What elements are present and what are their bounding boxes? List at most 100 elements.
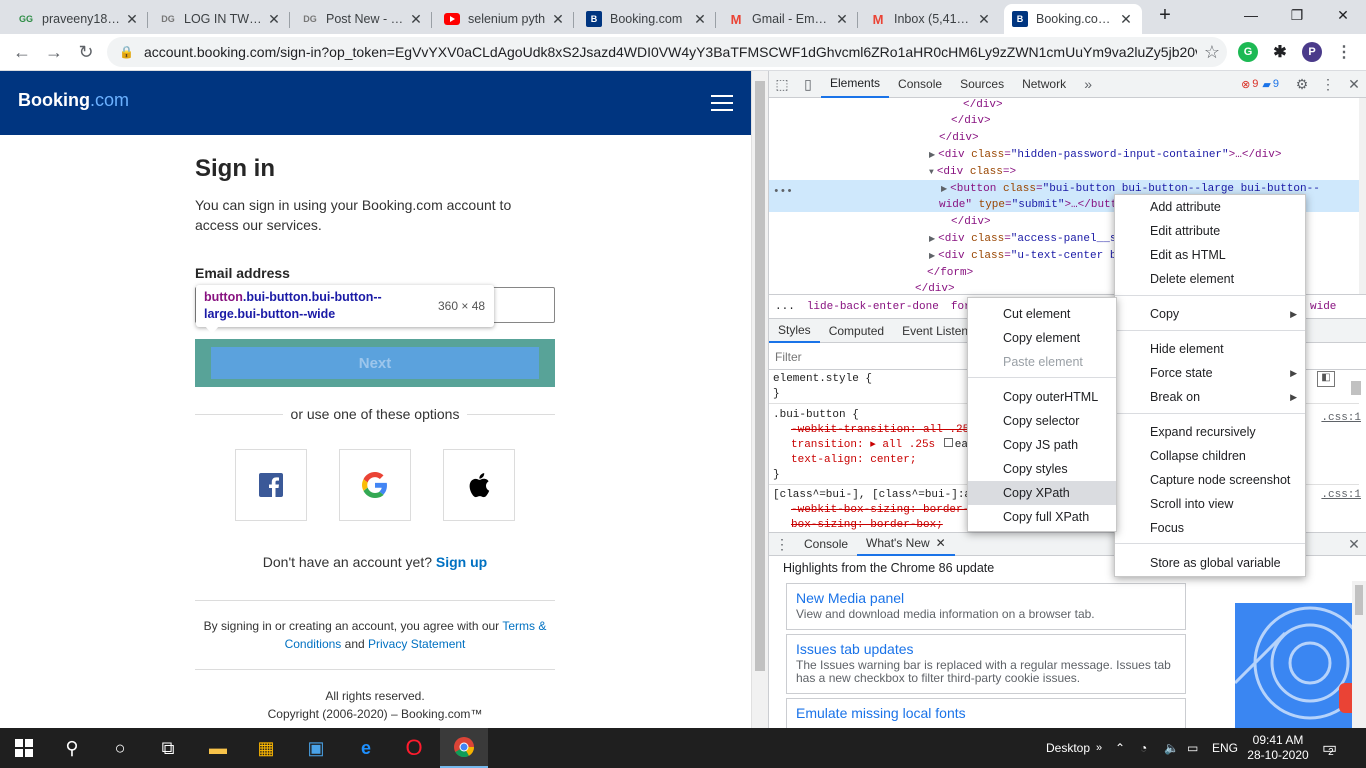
crumb-item[interactable]: wide (1304, 301, 1342, 313)
dom-node-line[interactable]: </form> (927, 265, 973, 281)
menu-item-copy[interactable]: Copy ▶ (1115, 302, 1305, 326)
close-tab-icon[interactable]: ✕ (936, 536, 946, 550)
language-indicator[interactable]: ENG (1212, 728, 1238, 768)
booking-logo[interactable]: Booking.com (18, 90, 129, 111)
menu-item-scroll-into-view[interactable]: Scroll into view (1115, 492, 1305, 516)
dom-node-line[interactable]: ▼ <div class=> (929, 164, 1016, 180)
reload-button[interactable]: ↻ (72, 38, 100, 66)
desktop-toolbar-label[interactable]: Desktop (1046, 728, 1090, 768)
extensions-puzzle-icon[interactable]: ✱ (1270, 42, 1290, 62)
menu-item-expand-recursively[interactable]: Expand recursively (1115, 420, 1305, 444)
easing-icon[interactable] (943, 438, 953, 447)
maximize-button[interactable]: ❐ (1274, 0, 1320, 30)
menu-item-collapse-children[interactable]: Collapse children (1115, 444, 1305, 468)
more-tabs-icon[interactable]: » (1075, 71, 1101, 98)
volume-icon[interactable]: 🔈 (1164, 728, 1179, 768)
store-icon[interactable]: ▦ (242, 728, 290, 768)
whats-new-card[interactable]: New Media panel View and download media … (786, 583, 1186, 630)
style-property-overridden[interactable]: -webkit-box-sizing: border- (791, 503, 969, 518)
expand-caret-icon[interactable]: ▼ (929, 168, 934, 177)
grammarly-extension-icon[interactable]: G (1238, 42, 1258, 62)
expand-caret-icon[interactable]: ▶ (929, 151, 935, 160)
url-text[interactable]: account.booking.com/sign-in?op_token=EgV… (144, 44, 1197, 60)
whats-new-scrollbar[interactable] (1352, 581, 1366, 728)
close-tab-icon[interactable]: ✕ (550, 11, 566, 28)
close-tab-icon[interactable]: ✕ (124, 11, 140, 28)
browser-tab[interactable]: selenium pyth ✕ (436, 4, 574, 34)
expand-caret-icon[interactable]: ▶ (929, 252, 935, 261)
menu-item-capture-node-screenshot[interactable]: Capture node screenshot (1115, 468, 1305, 492)
profile-avatar[interactable]: P (1302, 42, 1322, 62)
sign-up-link[interactable]: Sign up (436, 554, 487, 570)
menu-item-copy-full-xpath[interactable]: Copy full XPath (968, 505, 1116, 529)
opera-icon[interactable]: O (390, 728, 438, 768)
close-tab-icon[interactable]: ✕ (266, 11, 282, 28)
dom-node-line[interactable]: </div> (939, 130, 979, 146)
inspect-element-icon[interactable]: ⬚ (769, 71, 795, 98)
style-property-overridden[interactable]: box-sizing: border-box; (791, 518, 943, 531)
wifi-icon[interactable]: ◔ (1140, 728, 1147, 768)
stylesheet-link[interactable]: .css:1 (1321, 412, 1361, 424)
menu-item-add-attribute[interactable]: Add attribute (1115, 195, 1305, 219)
card-title[interactable]: Emulate missing local fonts (796, 705, 1176, 721)
toolbar-expand-icon[interactable]: » (1096, 728, 1102, 768)
dom-node-line[interactable]: ▶ <div class="access-panel__s (929, 231, 1116, 247)
menu-item-copy-xpath[interactable]: Copy XPath (968, 481, 1116, 505)
message-icon[interactable]: ▰ (1262, 78, 1270, 91)
expand-caret-icon[interactable]: ▶ (929, 235, 935, 244)
cortana-icon[interactable]: ○ (96, 728, 144, 768)
menu-item-copy-outerhtml[interactable]: Copy outerHTML (968, 385, 1116, 409)
search-icon[interactable]: ⚲ (48, 728, 96, 768)
close-devtools-icon[interactable]: ✕ (1341, 71, 1366, 98)
style-property[interactable]: transition: ▸ all .25s eas (791, 438, 975, 453)
google-signin-button[interactable] (339, 449, 411, 521)
node-ellipsis-icon[interactable]: ••• (773, 184, 793, 200)
menu-item-break-on[interactable]: Break on ▶ (1115, 385, 1305, 409)
next-button-highlight[interactable]: Next (195, 339, 555, 387)
close-tab-icon[interactable]: ✕ (1118, 11, 1134, 28)
tab-network[interactable]: Network (1013, 71, 1075, 98)
dom-node-line[interactable]: ▶ <div class="hidden-password-input-conta… (929, 147, 1281, 163)
device-toolbar-icon[interactable]: ▯ (795, 71, 821, 98)
close-tab-icon[interactable]: ✕ (834, 11, 850, 28)
close-tab-icon[interactable]: ✕ (408, 11, 424, 28)
hamburger-menu-icon[interactable] (711, 95, 733, 111)
tab-event-listeners[interactable]: Event Listen (893, 319, 977, 343)
browser-tab[interactable]: B Booking.com ✕ (578, 4, 716, 34)
card-title[interactable]: New Media panel (796, 590, 1176, 606)
next-button[interactable]: Next (211, 347, 539, 379)
minimize-button[interactable]: — (1228, 0, 1274, 30)
error-count[interactable]: 9 (1252, 78, 1258, 90)
menu-item-store-as-global-variable[interactable]: Store as global variable (1115, 551, 1305, 575)
browser-tab-active[interactable]: B Booking.com A ✕ (1004, 4, 1142, 34)
new-tab-button[interactable]: + (1142, 0, 1188, 30)
tab-styles[interactable]: Styles (769, 319, 820, 343)
address-bar[interactable]: 🔒 account.booking.com/sign-in?op_token=E… (107, 37, 1227, 67)
back-button[interactable]: ← (8, 38, 36, 66)
styles-scrollbar[interactable] (1351, 381, 1361, 395)
clock[interactable]: 09:41 AM 28-10-2020 (1247, 728, 1309, 768)
scrollbar-thumb[interactable] (755, 81, 765, 671)
windows-start-icon[interactable] (0, 728, 48, 768)
menu-item-focus[interactable]: Focus (1115, 516, 1305, 540)
battery-icon[interactable]: ▭ (1187, 728, 1198, 768)
browser-tab[interactable]: DG Post New - Wr ✕ (294, 4, 432, 34)
privacy-link[interactable]: Privacy Statement (368, 637, 465, 651)
menu-item-copy-selector[interactable]: Copy selector (968, 409, 1116, 433)
menu-kebab-icon[interactable]: ⋮ (1334, 42, 1354, 62)
close-tab-icon[interactable]: ✕ (976, 11, 992, 28)
menu-item-force-state[interactable]: Force state ▶ (1115, 361, 1305, 385)
crumb-item[interactable]: lide-back-enter-done (801, 301, 945, 313)
tab-sources[interactable]: Sources (951, 71, 1013, 98)
toggle-sidebar-icon[interactable]: ◧ (1317, 371, 1335, 387)
tab-elements[interactable]: Elements (821, 71, 890, 98)
browser-tab[interactable]: DG LOG IN TWITT ✕ (152, 4, 290, 34)
close-drawer-icon[interactable]: ✕ (1341, 531, 1366, 558)
card-title[interactable]: Issues tab updates (796, 641, 1176, 657)
task-view-icon[interactable]: ⧉ (144, 728, 192, 768)
settings-gear-icon[interactable]: ⚙ (1289, 71, 1315, 98)
style-property-overridden[interactable]: -webkit-transition: all .25 (791, 423, 969, 438)
whats-new-card[interactable]: Emulate missing local fonts (786, 698, 1186, 728)
menu-item-cut-element[interactable]: Cut element (968, 302, 1116, 326)
menu-item-edit-attribute[interactable]: Edit attribute (1115, 219, 1305, 243)
